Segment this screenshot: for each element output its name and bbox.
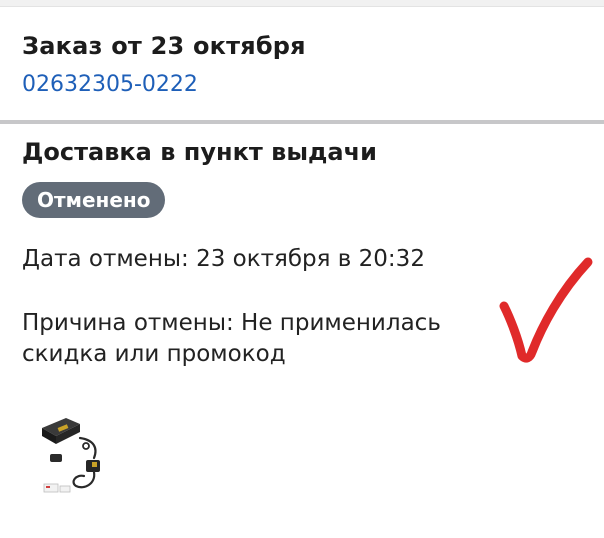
section-divider bbox=[0, 120, 604, 124]
top-edge bbox=[0, 0, 604, 7]
cancel-reason-text: Причина отмены: Не применилась скидка ил… bbox=[22, 310, 441, 367]
delivery-type-title: Доставка в пункт выдачи bbox=[22, 138, 377, 166]
status-badge: Отменено bbox=[22, 182, 166, 218]
red-checkmark-icon bbox=[499, 257, 593, 363]
order-header: Заказ от 23 октября 02632305-0222 bbox=[0, 7, 604, 120]
order-title: Заказ от 23 октября bbox=[22, 32, 306, 60]
cancel-date-text: Дата отмены: 23 октября в 20:32 bbox=[22, 246, 425, 272]
product-thumbnail[interactable] bbox=[36, 412, 114, 498]
order-number-link[interactable]: 02632305-0222 bbox=[22, 72, 198, 97]
